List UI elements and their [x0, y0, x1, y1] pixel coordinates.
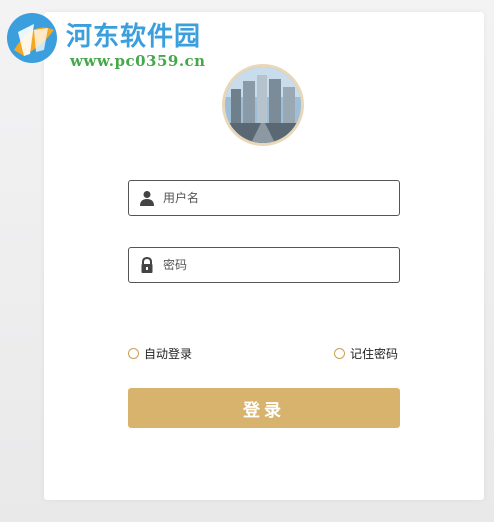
remember-password-label: 记住密码 — [350, 346, 399, 361]
auto-login-checkbox[interactable]: 自动登录 — [128, 345, 192, 361]
remember-password-checkbox[interactable]: 记住密码 — [334, 345, 398, 361]
watermark-url: www.pc0359.cn — [70, 52, 206, 70]
user-icon — [140, 191, 154, 206]
auto-login-radio-icon[interactable] — [128, 347, 139, 359]
password-input[interactable] — [163, 248, 393, 282]
watermark-logo-icon — [7, 13, 57, 63]
username-input[interactable] — [163, 181, 393, 215]
lock-icon — [141, 257, 153, 273]
login-button[interactable]: 登录 — [128, 388, 400, 428]
auto-login-label: 自动登录 — [144, 346, 193, 361]
username-field[interactable] — [128, 180, 400, 216]
remember-password-radio-icon[interactable] — [334, 347, 345, 359]
avatar — [222, 64, 304, 146]
watermark-title: 河东软件园 — [66, 22, 202, 52]
watermark: 河东软件园 www.pc0359.cn — [4, 8, 214, 70]
password-field[interactable] — [128, 247, 400, 283]
city-photo-avatar — [225, 67, 301, 143]
